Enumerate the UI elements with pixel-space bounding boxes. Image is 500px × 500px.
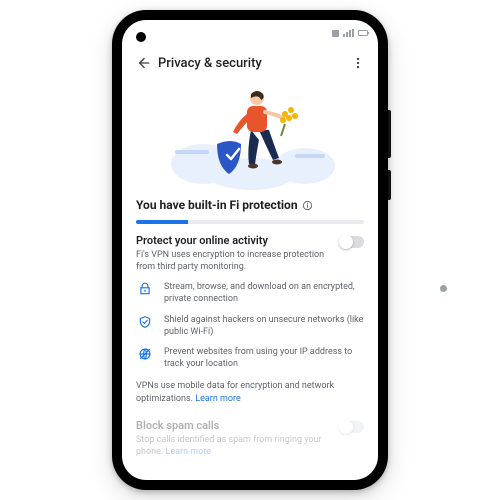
app-bar: Privacy & security — [122, 46, 378, 80]
phone-frame: Privacy & security — [112, 10, 388, 490]
hero-illustration — [136, 80, 364, 192]
vpn-footnote: VPNs use mobile data for encryption and … — [136, 380, 364, 405]
lock-icon — [136, 281, 154, 296]
more-vert-icon — [351, 56, 365, 70]
page-title: Privacy & security — [158, 56, 346, 71]
block-spam-title: Block spam calls — [136, 419, 332, 432]
block-spam-row: Block spam calls Stop calls identified a… — [136, 419, 364, 458]
block-spam-desc: Stop calls identified as spam from ringi… — [136, 434, 332, 458]
list-item-text: Stream, browse, and download on an encry… — [164, 281, 364, 305]
list-item-text: Shield against hackers on unsecure netwo… — [164, 314, 364, 338]
protect-activity-desc: Fi's VPN uses encryption to increase pro… — [136, 249, 332, 273]
back-button[interactable] — [130, 55, 158, 71]
protection-heading: You have built-in Fi protection — [136, 198, 298, 212]
overflow-menu-button[interactable] — [346, 56, 370, 70]
protect-activity-toggle[interactable] — [340, 236, 364, 248]
external-dot — [440, 285, 447, 292]
phone-screen: Privacy & security — [122, 20, 378, 480]
list-item-text: Prevent websites from using your IP addr… — [164, 346, 364, 370]
block-spam-toggle[interactable] — [340, 421, 364, 433]
content-scroll[interactable]: You have built-in Fi protection Protect … — [122, 80, 378, 473]
back-arrow-icon — [136, 55, 152, 71]
protect-activity-row: Protect your online activity Fi's VPN us… — [136, 234, 364, 273]
front-camera — [136, 32, 146, 42]
benefits-list: Stream, browse, and download on an encry… — [136, 281, 364, 370]
status-bar — [122, 20, 378, 46]
protection-progress — [136, 220, 364, 224]
globe-icon — [136, 346, 154, 361]
protect-activity-title: Protect your online activity — [136, 234, 332, 247]
protection-heading-row: You have built-in Fi protection — [136, 198, 364, 212]
learn-more-link[interactable]: Learn more — [166, 447, 212, 457]
battery-icon — [358, 30, 368, 36]
volume-button — [388, 110, 391, 158]
power-button — [388, 170, 391, 200]
list-item: Prevent websites from using your IP addr… — [136, 346, 364, 370]
learn-more-link[interactable]: Learn more — [195, 394, 241, 404]
status-indicator — [332, 30, 339, 37]
signal-icon — [343, 29, 354, 37]
shield-icon — [136, 314, 154, 329]
list-item: Shield against hackers on unsecure netwo… — [136, 314, 364, 338]
list-item: Stream, browse, and download on an encry… — [136, 281, 364, 305]
info-icon[interactable] — [302, 200, 313, 211]
progress-fill — [136, 220, 188, 224]
